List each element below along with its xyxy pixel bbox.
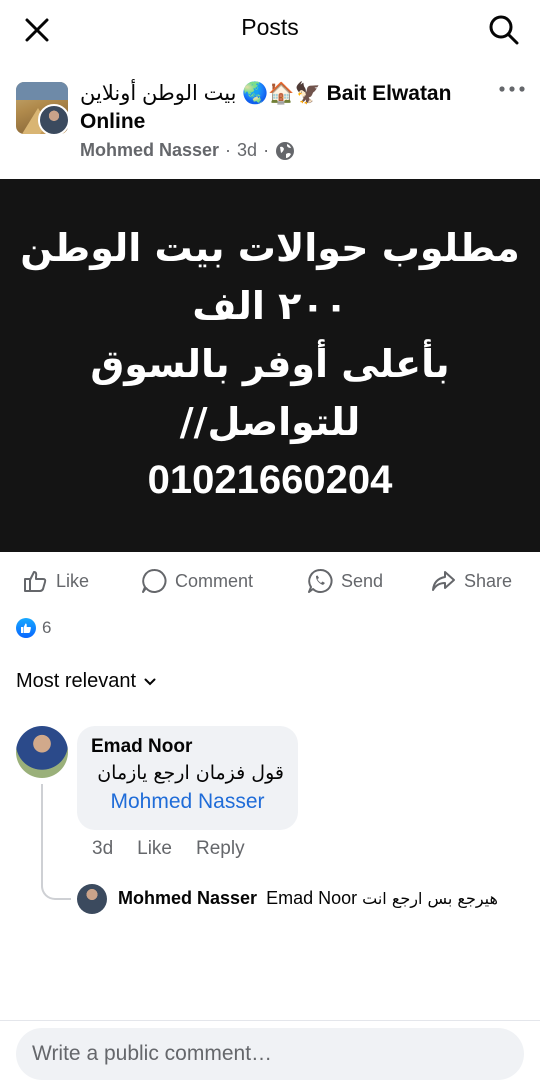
- commenter-avatar[interactable]: [16, 726, 68, 778]
- share-label: Share: [464, 570, 513, 591]
- comment-text: قول فزمان ارجع يازمان: [97, 762, 284, 784]
- reaction-count: 6: [42, 618, 52, 637]
- reply-thread-line: [41, 784, 71, 900]
- whatsapp-icon: [308, 568, 333, 593]
- share-icon: [432, 571, 455, 591]
- more-options-icon[interactable]: [498, 84, 526, 94]
- image-text-line-4: للتواصل//: [179, 400, 361, 444]
- comment-input[interactable]: Write a public comment…: [16, 1028, 524, 1080]
- send-label: Send: [341, 570, 384, 591]
- author-name[interactable]: Mohmed Nasser: [80, 140, 219, 161]
- like-button[interactable]: Like: [22, 568, 89, 594]
- meta-separator: ·: [225, 140, 232, 160]
- comment-bubble[interactable]: Emad Noor قول فزمان ارجع يازمان Mohmed N…: [77, 726, 298, 830]
- comment-icon: [142, 568, 167, 593]
- page-title: Posts: [241, 14, 299, 40]
- reply-text: هيرجع بس ارجع انت: [362, 889, 498, 908]
- comment-reply-button[interactable]: Reply: [196, 838, 245, 860]
- like-label: Like: [56, 570, 90, 591]
- post-header: بيت الوطن أونلاين 🌏🏠🦅 Bait Elwatan Onlin…: [0, 66, 540, 170]
- send-button[interactable]: Send: [307, 568, 383, 594]
- globe-icon: [276, 141, 295, 160]
- top-bar: Posts: [0, 0, 540, 58]
- comment-sort-dropdown[interactable]: Most relevant: [16, 670, 156, 693]
- group-name[interactable]: بيت الوطن أونلاين 🌏🏠🦅 Bait Elwatan Onlin…: [80, 80, 480, 136]
- author-avatar[interactable]: [38, 104, 70, 136]
- image-phone-number: 01021660204: [147, 458, 393, 502]
- share-button[interactable]: Share: [430, 568, 512, 594]
- comment-label: Comment: [175, 570, 254, 591]
- image-text-line-1: مطلوب حوالات بيت الوطن: [20, 226, 520, 270]
- post-action-bar: Like Comment Send Share: [0, 560, 540, 604]
- comment-button[interactable]: Comment: [141, 568, 253, 594]
- image-text-line-2: ٢٠٠ الف: [192, 284, 348, 328]
- divider: [0, 1020, 540, 1021]
- group-name-emoji: 🌏🏠🦅: [242, 82, 321, 105]
- reply-mention: Emad Noor: [266, 888, 358, 908]
- like-reaction-icon: [16, 618, 36, 638]
- chevron-down-icon: [144, 678, 156, 685]
- meta-separator-2: ·: [263, 140, 270, 160]
- group-name-arabic: بيت الوطن أونلاين: [80, 82, 237, 105]
- comment-mention[interactable]: Mohmed Nasser: [91, 790, 284, 814]
- reply-avatar[interactable]: [77, 884, 107, 914]
- reply-preview[interactable]: Mohmed Nasser Emad Noor هيرجع بس ارجع ان…: [118, 888, 498, 909]
- post-meta: Mohmed Nasser · 3d ·: [80, 140, 295, 161]
- image-text-line-3: بأعلى أوفر بالسوق: [90, 342, 450, 386]
- commenter-name[interactable]: Emad Noor: [91, 736, 284, 758]
- comment-input-placeholder: Write a public comment…: [32, 1042, 273, 1065]
- group-avatar[interactable]: [16, 82, 70, 136]
- search-icon[interactable]: [486, 12, 522, 48]
- comment-like-button[interactable]: Like: [137, 838, 172, 860]
- comment-time: 3d: [92, 838, 114, 859]
- post-time[interactable]: 3d: [237, 140, 257, 161]
- comment-meta: 3d Like Reply: [92, 838, 245, 860]
- reaction-summary[interactable]: 6: [16, 618, 51, 638]
- post-image[interactable]: مطلوب حوالات بيت الوطن ٢٠٠ الف بأعلى أوف…: [0, 179, 540, 552]
- thumbs-up-icon: [24, 571, 47, 592]
- sort-label: Most relevant: [16, 670, 137, 692]
- reply-author: Mohmed Nasser: [118, 888, 258, 908]
